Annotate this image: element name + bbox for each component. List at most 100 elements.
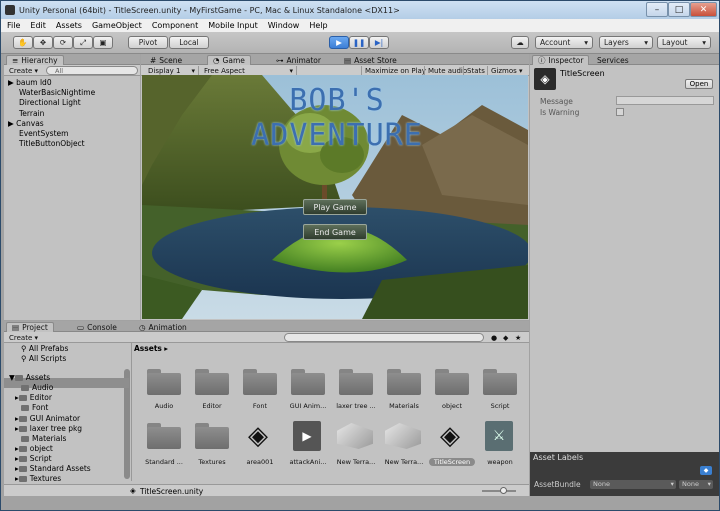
tab-inspector[interactable]: ⓘ Inspector xyxy=(532,55,590,65)
folder-icon[interactable] xyxy=(291,369,325,395)
unity-scene-icon[interactable]: ◈ xyxy=(435,421,465,451)
animation-clip-icon[interactable]: ▶ xyxy=(293,421,321,451)
account-dropdown[interactable]: Account ▾ xyxy=(535,36,593,49)
weapon-prefab-icon[interactable]: ⚔ xyxy=(485,421,513,451)
hierarchy-item[interactable]: ▶ Canvas xyxy=(8,119,95,129)
tab-animator[interactable]: ⊶ Animator xyxy=(271,55,326,65)
maximize-button[interactable]: □ xyxy=(668,2,690,17)
message-field[interactable] xyxy=(616,96,714,105)
local-toggle[interactable]: Local xyxy=(169,36,209,49)
menu-file[interactable]: File xyxy=(7,21,20,30)
rect-tool-icon[interactable]: ▣ xyxy=(93,36,113,49)
project-create-dropdown[interactable]: Create ▾ xyxy=(6,333,41,342)
folder-icon[interactable] xyxy=(339,369,373,395)
display-dropdown[interactable]: Display 1 ▾ xyxy=(145,66,199,75)
unity-scene-icon: ◈ xyxy=(534,68,556,90)
star-icon[interactable]: ★ xyxy=(512,333,524,342)
unity-scene-icon[interactable]: ◈ xyxy=(243,421,273,451)
label-tag-icon[interactable]: ◆ xyxy=(700,466,712,475)
folder-icon[interactable] xyxy=(483,369,517,395)
tab-scene[interactable]: # Scene xyxy=(145,55,187,65)
icon-size-slider-handle[interactable] xyxy=(500,487,507,494)
favorite-item[interactable]: ⚲ All Scripts xyxy=(9,354,91,364)
tab-animation[interactable]: ◷ Animation xyxy=(134,322,192,332)
filter-label-icon[interactable]: ◆ xyxy=(500,333,511,342)
folder-icon[interactable] xyxy=(387,369,421,395)
tree-item[interactable]: ▸ Textures xyxy=(9,474,91,484)
folder-icon xyxy=(18,476,27,483)
folder-icon[interactable] xyxy=(195,423,229,449)
minimize-button[interactable]: – xyxy=(646,2,668,17)
hierarchy-item[interactable]: TitleButtonObject xyxy=(8,139,95,149)
folder-icon[interactable] xyxy=(195,369,229,395)
aspect-dropdown[interactable]: Free Aspect ▾ xyxy=(201,66,297,75)
close-button[interactable]: ✕ xyxy=(690,2,717,17)
play-game-button[interactable]: Play Game xyxy=(303,199,367,215)
icon-size-slider[interactable] xyxy=(482,490,516,492)
folder-icon[interactable] xyxy=(435,369,469,395)
folder-icon[interactable] xyxy=(147,423,181,449)
layers-dropdown[interactable]: Layers ▾ xyxy=(599,36,653,49)
tree-root-assets[interactable]: ▼ Assets xyxy=(9,373,91,383)
scale-tool-icon[interactable]: ⤢ xyxy=(73,36,93,49)
tree-item[interactable]: ▸ Script xyxy=(9,454,91,464)
maximize-on-play-toggle[interactable]: Maximize on Play xyxy=(361,66,429,75)
pause-button[interactable]: ❚❚ xyxy=(349,36,369,49)
menu-help[interactable]: Help xyxy=(309,21,327,30)
hierarchy-item[interactable]: ▶ baum ld0 xyxy=(8,78,95,88)
create-dropdown[interactable]: Create ▾ xyxy=(6,66,41,75)
game-viewport[interactable]: BOB'S ADVENTURE Play Game End Game xyxy=(142,75,528,319)
tab-game[interactable]: ◔ Game xyxy=(207,55,251,65)
tree-item[interactable]: ▸ Editor xyxy=(9,393,91,403)
tree-item[interactable]: ▸ GUI Animator xyxy=(9,414,91,424)
tree-item[interactable]: Font xyxy=(9,403,91,413)
hierarchy-item[interactable]: WaterBasicNightime xyxy=(8,88,95,98)
tree-item[interactable]: ▸ laxer tree pkg xyxy=(9,424,91,434)
hierarchy-list: ▶ baum ld0 WaterBasicNightime Directiona… xyxy=(8,78,95,149)
asset-label: Materials xyxy=(389,402,419,410)
menu-assets[interactable]: Assets xyxy=(56,21,82,30)
move-tool-icon[interactable]: ✥ xyxy=(33,36,53,49)
menu-component[interactable]: Component xyxy=(152,21,198,30)
layout-dropdown[interactable]: Layout ▾ xyxy=(657,36,711,49)
folder-icon[interactable] xyxy=(243,369,277,395)
hand-tool-icon[interactable]: ✋ xyxy=(13,36,33,49)
menu-mobile-input[interactable]: Mobile Input xyxy=(208,21,258,30)
menu-edit[interactable]: Edit xyxy=(30,21,46,30)
favorite-item[interactable]: ⚲ All Prefabs xyxy=(9,344,91,354)
tree-item[interactable]: Materials xyxy=(9,434,91,444)
clock-icon: ◷ xyxy=(139,322,146,332)
asset-variant-dropdown[interactable]: None ▾ xyxy=(679,480,713,489)
pivot-toggle[interactable]: Pivot xyxy=(128,36,168,49)
tab-services[interactable]: Services xyxy=(592,55,634,65)
stats-toggle[interactable]: Stats xyxy=(463,66,488,75)
menu-gameobject[interactable]: GameObject xyxy=(92,21,142,30)
play-button[interactable]: ▶ xyxy=(329,36,349,49)
hierarchy-item-label: baum ld0 xyxy=(16,78,52,87)
gizmos-dropdown[interactable]: Gizmos ▾ xyxy=(487,66,526,75)
asset-bundle-dropdown[interactable]: None ▾ xyxy=(590,480,676,489)
tab-hierarchy[interactable]: ≡ Hierarchy xyxy=(6,55,64,65)
cloud-icon[interactable]: ☁ xyxy=(511,36,529,49)
rotate-tool-icon[interactable]: ⟳ xyxy=(53,36,73,49)
hierarchy-search-input[interactable]: All xyxy=(46,66,138,75)
is-warning-checkbox[interactable] xyxy=(616,108,624,116)
tree-item[interactable]: ▸ Standard Assets xyxy=(9,464,91,474)
hierarchy-item[interactable]: Directional Light xyxy=(8,98,95,108)
assets-breadcrumb[interactable]: Assets ▸ xyxy=(134,344,168,353)
open-button[interactable]: Open xyxy=(685,79,713,89)
asset-label: attackAni... xyxy=(289,458,327,466)
folder-icon[interactable] xyxy=(147,369,181,395)
tab-project[interactable]: ▤ Project xyxy=(6,322,54,332)
menu-window[interactable]: Window xyxy=(268,21,300,30)
hierarchy-item[interactable]: Terrain xyxy=(8,109,95,119)
step-button[interactable]: ▶| xyxy=(369,36,389,49)
end-game-button[interactable]: End Game xyxy=(303,224,367,240)
tab-asset-store[interactable]: ▤ Asset Store xyxy=(339,55,402,65)
tree-item[interactable]: Audio xyxy=(9,383,91,393)
tree-item[interactable]: ▸ object xyxy=(9,444,91,454)
filter-type-icon[interactable]: ● xyxy=(488,333,500,342)
tab-console[interactable]: ▭ Console xyxy=(72,322,122,332)
project-search-input[interactable] xyxy=(284,333,484,342)
hierarchy-item[interactable]: EventSystem xyxy=(8,129,95,139)
